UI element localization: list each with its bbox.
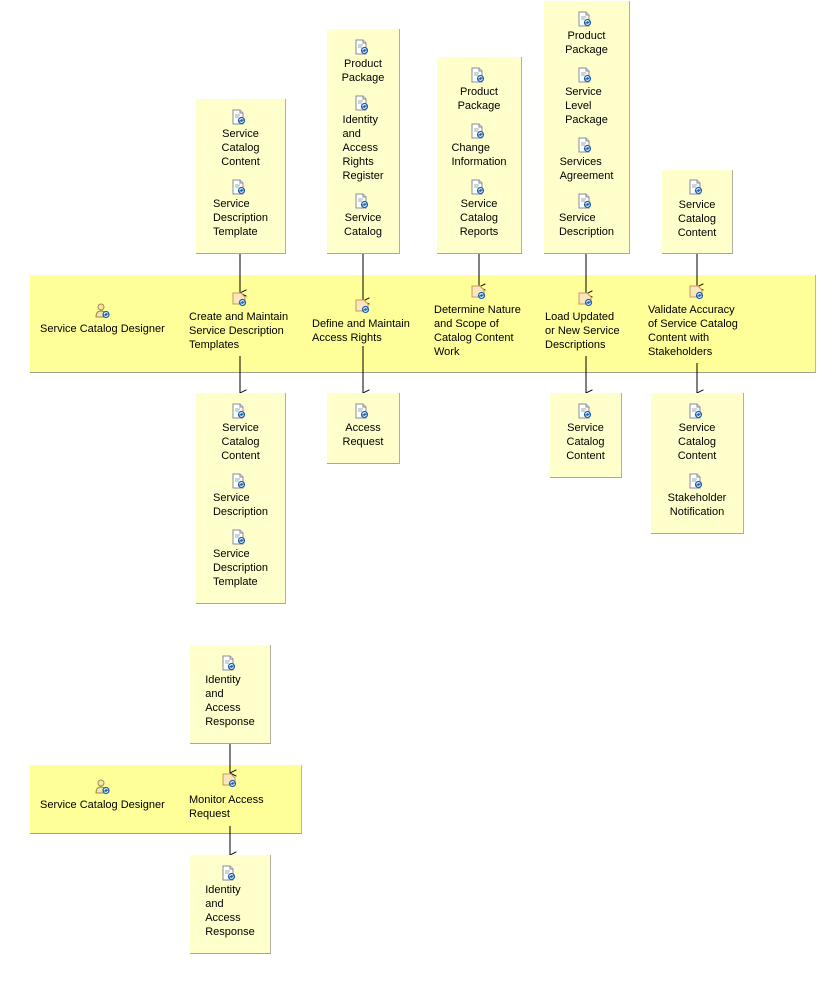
work-product-icon [232, 473, 246, 489]
artifact-label[interactable]: Service Level Package [565, 85, 608, 127]
task-icon [471, 285, 486, 300]
role-icon [95, 303, 111, 319]
artifact-label[interactable]: Identity and Access Rights Register [343, 113, 384, 183]
task-determine-nature-scope[interactable]: Determine Nature and Scope of Catalog Co… [434, 303, 521, 359]
work-product-icon [689, 403, 703, 419]
input-artifacts-task-2: Product Package Identity and Access Righ… [327, 29, 400, 254]
artifact-label[interactable]: Product Package [342, 57, 385, 85]
work-product-icon [578, 403, 592, 419]
artifact-label[interactable]: Service Catalog Content [221, 127, 260, 169]
role-icon [95, 779, 111, 795]
artifact-label[interactable]: Service Description [213, 491, 268, 519]
work-product-icon [232, 109, 246, 125]
input-artifacts-task-1: Service Catalog Content Service Descript… [196, 99, 286, 254]
work-product-icon [232, 403, 246, 419]
output-artifacts-task-5: Service Catalog Content Stakeholder Noti… [651, 393, 744, 534]
work-product-icon [232, 529, 246, 545]
work-product-icon [355, 95, 369, 111]
artifact-label[interactable]: Service Description Template [213, 547, 268, 589]
output-artifacts-task-6: Identity and Access Response [190, 855, 271, 954]
work-product-icon [689, 473, 703, 489]
work-product-icon [222, 655, 236, 671]
artifact-label[interactable]: Services Agreement [560, 155, 614, 183]
task-icon [689, 285, 704, 300]
task-validate-accuracy[interactable]: Validate Accuracy of Service Catalog Con… [648, 303, 738, 359]
work-product-icon [578, 193, 592, 209]
work-product-icon [578, 137, 592, 153]
artifact-label[interactable]: Identity and Access Response [205, 673, 255, 729]
output-artifacts-task-4: Service Catalog Content [550, 393, 622, 478]
artifact-label[interactable]: Identity and Access Response [205, 883, 255, 939]
artifact-label[interactable]: Service Description Template [213, 197, 268, 239]
work-product-icon [355, 39, 369, 55]
work-product-icon [578, 67, 592, 83]
task-icon [355, 299, 370, 314]
work-product-icon [471, 123, 485, 139]
artifact-label[interactable]: Service Catalog Content [566, 421, 605, 463]
task-load-service-descriptions[interactable]: Load Updated or New Service Descriptions [545, 310, 620, 352]
work-product-icon [471, 67, 485, 83]
artifact-label[interactable]: Stakeholder Notification [668, 491, 727, 519]
work-product-icon [355, 403, 369, 419]
task-define-access-rights[interactable]: Define and Maintain Access Rights [312, 317, 410, 345]
work-product-icon [355, 193, 369, 209]
task-icon [578, 292, 593, 307]
input-artifacts-task-3: Product Package Change Information Servi… [437, 57, 522, 254]
input-artifacts-task-6: Identity and Access Response [190, 645, 271, 744]
artifact-label[interactable]: Product Package [458, 85, 501, 113]
work-product-icon [578, 11, 592, 27]
work-product-icon [222, 865, 236, 881]
artifact-label[interactable]: Product Package [565, 29, 608, 57]
task-create-maintain-templates[interactable]: Create and Maintain Service Description … [189, 310, 288, 352]
artifact-label[interactable]: Service Catalog Content [221, 421, 260, 463]
artifact-label[interactable]: Service Catalog Reports [460, 197, 499, 239]
work-product-icon [689, 179, 703, 195]
work-product-icon [471, 179, 485, 195]
work-product-icon [232, 179, 246, 195]
artifact-label[interactable]: Service Catalog Content [678, 198, 717, 240]
role-label[interactable]: Service Catalog Designer [40, 322, 165, 336]
artifact-label[interactable]: Service Description [559, 211, 614, 239]
task-icon [222, 773, 237, 788]
task-icon [232, 292, 247, 307]
artifact-label[interactable]: Service Catalog [344, 211, 382, 239]
input-artifacts-task-5: Service Catalog Content [662, 170, 733, 254]
artifact-label[interactable]: Change Information [451, 141, 506, 169]
task-monitor-access-request[interactable]: Monitor Access Request [189, 793, 264, 821]
artifact-label[interactable]: Access Request [343, 421, 384, 449]
output-artifacts-task-2: Access Request [327, 393, 400, 464]
role-label[interactable]: Service Catalog Designer [40, 798, 165, 812]
input-artifacts-task-4: Product Package Service Level Package Se… [544, 1, 630, 254]
artifact-label[interactable]: Service Catalog Content [678, 421, 717, 463]
output-artifacts-task-1: Service Catalog Content Service Descript… [196, 393, 286, 604]
